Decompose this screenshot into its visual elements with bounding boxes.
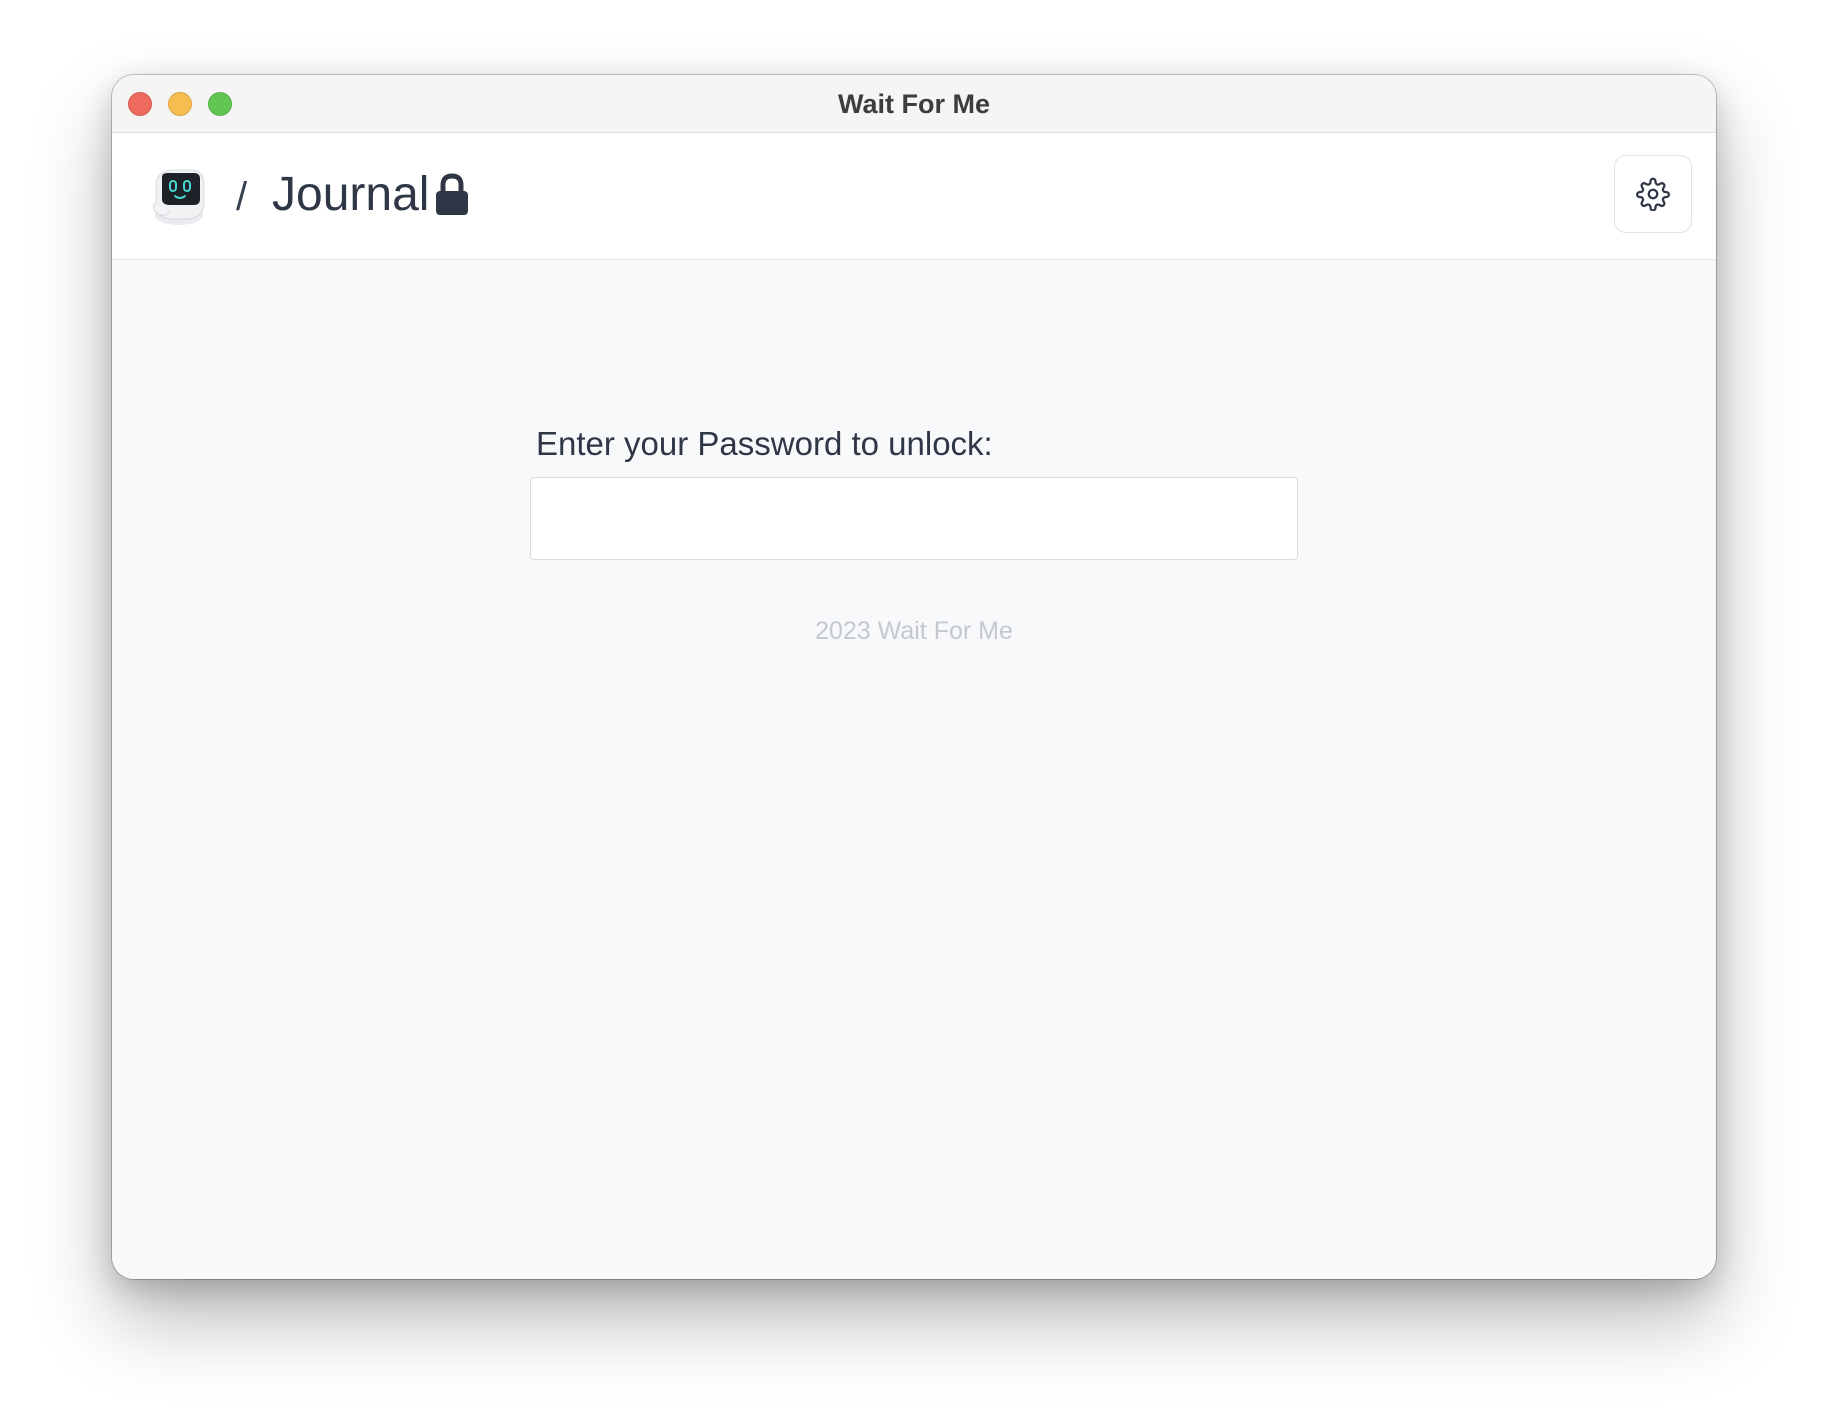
footer-copyright: 2023 Wait For Me [815,617,1013,645]
gear-icon [1636,177,1670,211]
title-bar: Wait For Me [112,75,1716,133]
breadcrumb-separator: / [236,175,248,219]
window-title: Wait For Me [838,89,990,119]
page-title: Journal [272,168,430,221]
unlock-panel: Enter your Password to unlock: 2023 Wait… [112,260,1716,1279]
lock-icon [434,173,470,217]
robot-avatar-icon[interactable] [148,165,210,227]
app-window: Wait For Me / Journal Enter your Passwor… [112,75,1716,1279]
app-header: / Journal [112,133,1716,260]
settings-button[interactable] [1614,155,1692,233]
password-input[interactable] [530,477,1298,560]
password-label: Enter your Password to unlock: [536,425,993,462]
